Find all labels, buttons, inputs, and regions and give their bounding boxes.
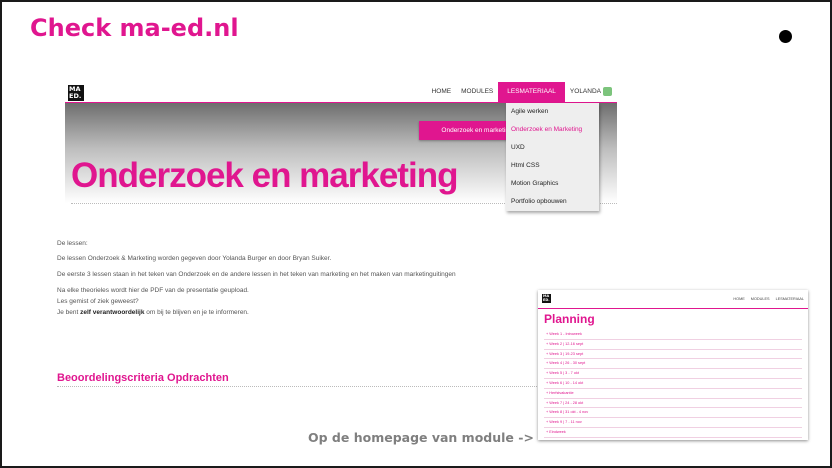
- body-line-4: Na elke theorieles wordt hier de PDF van…: [57, 287, 249, 294]
- planning-row-label: Week 1 - Introweek: [549, 332, 582, 336]
- planning-row[interactable]: + Week 3 | 19-23 sept: [544, 350, 802, 360]
- planning-row[interactable]: + Week 7 | 24 - 28 okt: [544, 399, 802, 409]
- planning-nav-home[interactable]: HOME: [733, 297, 744, 301]
- planning-row[interactable]: + Week 2 | 12-16 sept: [544, 340, 802, 350]
- planning-row-label: Week 5 | 3 - 7 okt: [549, 371, 579, 376]
- planning-row[interactable]: + Week 4 | 26 - 30 sept: [544, 359, 802, 370]
- slide: Check ma-ed.nl MA ED. HOME MODULES LESMA…: [0, 0, 832, 468]
- user-name: YOLANDA: [569, 88, 601, 95]
- planning-row-label: Week 9 | 7 - 11 nov: [549, 420, 582, 425]
- planning-row-label: Week 2 | 12-16 sept: [549, 341, 584, 346]
- planning-row-label: Eindweek: [549, 429, 566, 434]
- bullet-dot: [779, 30, 792, 43]
- section-divider: [57, 386, 537, 387]
- planning-logo[interactable]: MA ED.: [542, 294, 551, 303]
- planning-row-label: Herfstvakantie: [549, 390, 574, 395]
- planning-nav-lesmateriaal[interactable]: LESMATERIAAL: [776, 297, 804, 301]
- body-line-6-c: om bij te blijven en je te informeren.: [144, 309, 249, 316]
- section-heading: Beoordelingscriteria Opdrachten: [57, 372, 229, 384]
- planning-row-label: Week 8 | 31 okt - 4 nov: [549, 410, 589, 415]
- planning-nav-modules[interactable]: MODULES: [751, 297, 770, 301]
- body-line-2: De lessen Onderzoek & Marketing worden g…: [57, 255, 332, 262]
- planning-row-label: Week 6 | 10 - 14 okt: [549, 380, 584, 385]
- planning-row-label: Week 7 | 24 - 28 okt: [549, 400, 584, 405]
- planning-row[interactable]: + Week 1 - Introweek: [544, 330, 802, 340]
- planning-nav: HOME MODULES LESMATERIAAL: [733, 297, 804, 301]
- avatar-icon: [603, 86, 612, 96]
- nav-user[interactable]: YOLANDA: [565, 82, 617, 102]
- planning-screenshot: MA ED. HOME MODULES LESMATERIAAL Plannin…: [538, 290, 808, 440]
- planning-row-label: Week 3 | 19-23 sept: [549, 351, 584, 356]
- planning-row-label: Week 4 | 26 - 30 sept: [549, 361, 586, 366]
- body-line-5: Les gemist of ziek geweest?: [57, 298, 139, 305]
- page-body: De lessen: De lessen Onderzoek & Marketi…: [57, 82, 537, 392]
- planning-row[interactable]: + Eindweek: [544, 428, 802, 438]
- slide-title: Check ma-ed.nl: [30, 14, 239, 42]
- planning-row[interactable]: + Week 9 | 7 - 11 nov: [544, 418, 802, 428]
- slide-caption: Op de homepage van module ->: [308, 430, 534, 445]
- body-line-6: Je bent zelf verantwoordelijk om bij te …: [57, 309, 249, 316]
- body-line-3: De eerste 3 lessen staan in het teken va…: [57, 271, 456, 278]
- planning-row[interactable]: + Week 5 | 3 - 7 okt: [544, 369, 802, 379]
- planning-title: Planning: [544, 312, 595, 326]
- planning-row[interactable]: + Week 6 | 10 - 14 okt: [544, 379, 802, 389]
- body-line-6-a: Je bent: [57, 309, 81, 316]
- planning-logo-line-2: ED.: [543, 298, 550, 302]
- planning-divider: [538, 308, 808, 309]
- body-line-1: De lessen:: [57, 240, 88, 247]
- planning-row[interactable]: + Herfstvakantie: [544, 389, 802, 399]
- body-line-6-bold: zelf verantwoordelijk: [80, 309, 145, 316]
- planning-list: + Week 1 - Introweek + Week 2 | 12-16 se…: [544, 330, 802, 438]
- planning-row[interactable]: + Week 8 | 31 okt - 4 nov: [544, 408, 802, 419]
